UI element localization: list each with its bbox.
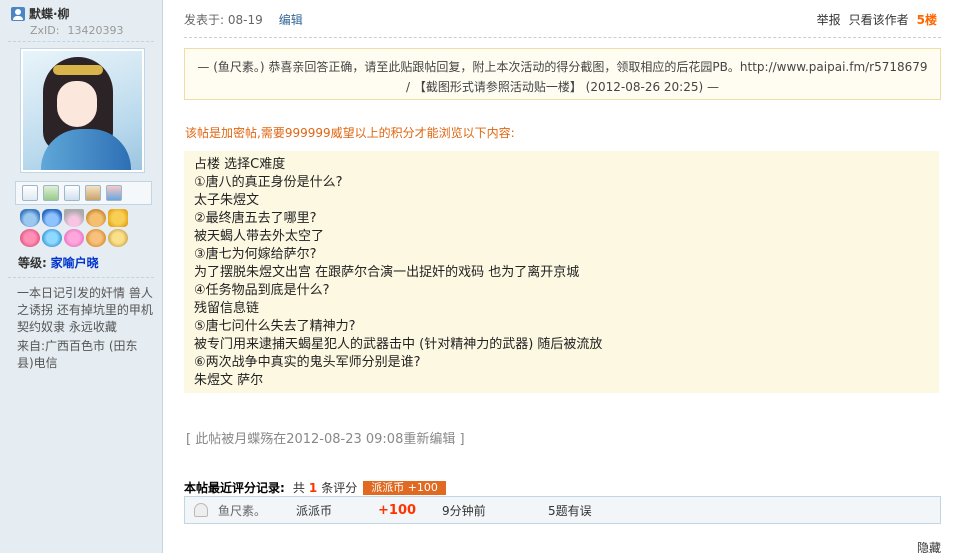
user-avatar-icon (194, 503, 208, 517)
quote-line: / 【截图形式请参照活动贴一楼】 (2012-08-26 20:25) — (406, 80, 719, 94)
content-line: ①唐八的真正身份是什么? (194, 175, 343, 190)
content-line: ②最终唐五去了哪里? (194, 211, 317, 226)
user-id-value: 13420393 (67, 24, 124, 37)
rating-count: 共 1 条评分 (293, 479, 357, 496)
edit-note: [ 此帖被月蝶殇在2012-08-23 09:08重新编辑 ] (186, 432, 465, 447)
divider (8, 41, 154, 42)
divider (8, 277, 154, 278)
edit-link[interactable]: 编辑 (279, 11, 303, 28)
avatar-image (23, 51, 142, 170)
content-line: ④任务物品到底是什么? (194, 283, 330, 298)
content-line: 为了摆脱朱煜文出宫 在跟萨尔合演一出捉奸的戏码 也为了离开京城 (194, 265, 580, 280)
floor-number[interactable]: 5楼 (917, 11, 937, 28)
medal-icon[interactable] (20, 229, 40, 247)
medal-icon[interactable] (108, 229, 128, 247)
rating-reason: 5题有误 (548, 503, 592, 518)
report-link[interactable]: 举报 (817, 11, 841, 28)
hide-link[interactable]: 隐藏 (917, 539, 941, 553)
rating-badge: 派派币 +100 (363, 480, 446, 495)
post-main: 发表于: 08-19 编辑 举报 只看该作者 5楼 — (鱼尺素。) 恭喜亲回答… (164, 0, 961, 553)
post-header-actions: 举报 只看该作者 5楼 (817, 11, 937, 28)
medal-icon[interactable] (108, 209, 128, 227)
quote-line: — (鱼尺素。) 恭喜亲回答正确，请至此贴跟帖回复，附上本次活动的得分截图，领取… (197, 60, 928, 74)
blocks-icon[interactable] (106, 185, 122, 201)
medal-list (20, 209, 130, 247)
rating-count-suffix: 条评分 (321, 481, 358, 495)
user-icon (11, 6, 25, 21)
medal-icon[interactable] (86, 229, 106, 247)
encrypted-notice: 该帖是加密帖,需要999999威望以上的积分才能浏览以下内容: (185, 126, 515, 140)
username-row: 默蝶·柳 (0, 0, 162, 22)
content-line: 占楼 选择C难度 (194, 157, 286, 172)
medal-icon[interactable] (64, 229, 84, 247)
user-id: ZxID: 13420393 (30, 24, 162, 37)
user-signature: 一本日记引发的奸情 兽人之诱拐 还有掉坑里的甲机契约奴隶 永远收藏 (17, 286, 153, 334)
medal-icon[interactable] (42, 229, 62, 247)
quote-box: — (鱼尺素。) 恭喜亲回答正确，请至此贴跟帖回复，附上本次活动的得分截图，领取… (184, 48, 941, 100)
medal-icon[interactable] (86, 209, 106, 227)
rating-score: +100 (378, 502, 417, 518)
content-line: 太子朱煜文 (194, 193, 260, 208)
level-label: 等级: (18, 256, 47, 270)
rating-user[interactable]: 鱼尺素。 (218, 502, 296, 519)
avatar[interactable] (20, 48, 145, 173)
user-action-bar (15, 181, 152, 205)
rating-type: 派派币 (296, 503, 333, 518)
username[interactable]: 默蝶·柳 (29, 5, 70, 22)
user-sidebar: 默蝶·柳 ZxID: 13420393 等级: 家喻户晓 一本日记引发的奸情 兽… (0, 0, 163, 553)
add-friend-icon[interactable] (43, 185, 59, 201)
content-line: 朱煜文 萨尔 (194, 373, 264, 388)
rating-count-value: 1 (308, 481, 318, 495)
content-line: 被天蝎人带去外太空了 (194, 229, 325, 244)
medal-icon[interactable] (64, 209, 84, 227)
content-line: ③唐七为何嫁给萨尔? (194, 247, 317, 262)
table-row: 鱼尺素。 派派币 +100 9分钟前 5题有误 (184, 496, 941, 524)
rating-title: 本帖最近评分记录: (184, 481, 285, 495)
user-location: 来自:广西百色市 (田东县)电信 (17, 339, 138, 370)
level-value[interactable]: 家喻户晓 (51, 256, 99, 270)
author-only-link[interactable]: 只看该作者 (849, 11, 909, 28)
medal-icon[interactable] (42, 209, 62, 227)
user-id-label: ZxID: (30, 24, 60, 37)
user-level: 等级: 家喻户晓 (18, 254, 162, 271)
post-header: 发表于: 08-19 编辑 (184, 11, 303, 28)
search-posts-icon[interactable] (64, 185, 80, 201)
medal-icon[interactable] (20, 209, 40, 227)
content-line: ⑥两次战争中真实的鬼头军师分别是谁? (194, 355, 421, 370)
post-date: 发表于: 08-19 (184, 13, 263, 27)
profile-icon[interactable] (85, 185, 101, 201)
content-line: 残留信息链 (194, 301, 260, 316)
divider (184, 37, 941, 38)
message-icon[interactable] (22, 185, 38, 201)
rating-header: 本帖最近评分记录: 共 1 条评分 派派币 +100 (184, 479, 446, 496)
content-line: 被专门用来逮捕天蝎星犯人的武器击中 (针对精神力的武器) 随后被流放 (194, 337, 603, 352)
hidden-content: 占楼 选择C难度 ①唐八的真正身份是什么? 太子朱煜文 ②最终唐五去了哪里? 被… (184, 151, 939, 393)
rating-time: 9分钟前 (442, 503, 486, 518)
content-line: ⑤唐七问什么失去了精神力? (194, 319, 356, 334)
rating-count-prefix: 共 (292, 481, 305, 495)
